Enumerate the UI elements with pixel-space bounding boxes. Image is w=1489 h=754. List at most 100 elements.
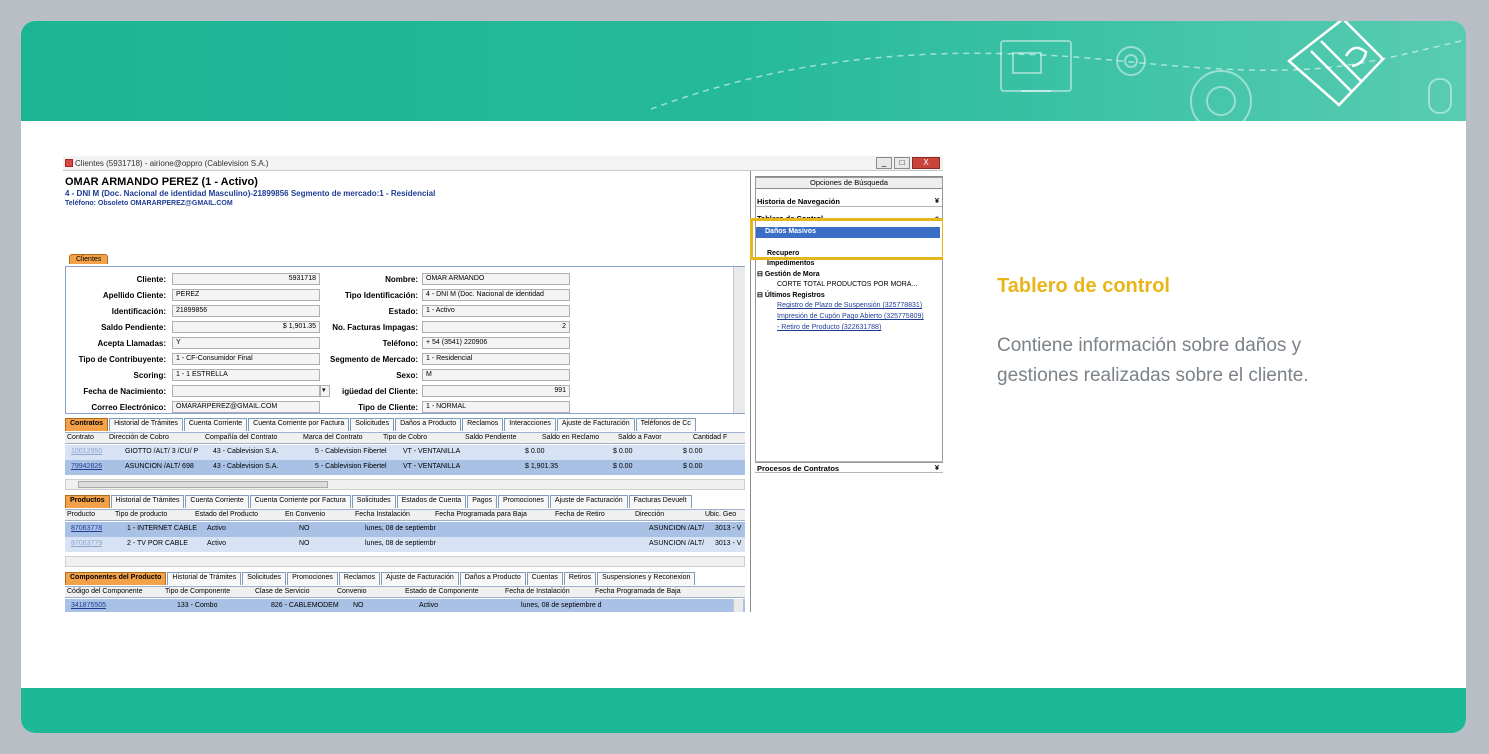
- form-value[interactable]: 1 - Activo: [422, 305, 570, 317]
- column-header[interactable]: Ubic. Geo: [705, 511, 736, 518]
- form-value[interactable]: 1 - NORMAL: [422, 401, 570, 413]
- column-header[interactable]: En Convenio: [285, 511, 325, 518]
- column-header[interactable]: Fecha de Retiro: [555, 511, 605, 518]
- column-header[interactable]: Fecha Programada de Baja: [595, 588, 681, 595]
- email-link[interactable]: OMARARPEREZ@GMAIL.COM: [130, 200, 233, 207]
- tab-contratos-8[interactable]: Ajuste de Facturación: [556, 418, 635, 431]
- tab-contratos-5[interactable]: Daños a Producto: [395, 418, 462, 431]
- tab-productos-0[interactable]: Productos: [65, 495, 110, 508]
- form-value[interactable]: 21899856: [172, 305, 320, 317]
- tab-componentes-2[interactable]: Solicitudes: [242, 572, 287, 585]
- ultimos-registros-item[interactable]: ⊟ Últimos Registros: [757, 291, 825, 299]
- column-header[interactable]: Estado del Producto: [195, 511, 258, 518]
- tab-contratos-9[interactable]: Teléfonos de Cc: [635, 418, 696, 431]
- retiro-link[interactable]: - Retiro de Producto (322631788): [777, 324, 881, 331]
- tab-contratos-1[interactable]: Historial de Trámites: [109, 418, 183, 431]
- tab-contratos-6[interactable]: Reclamos: [462, 418, 504, 431]
- column-header[interactable]: Fecha Instalación: [355, 511, 410, 518]
- column-header[interactable]: Dirección: [635, 511, 664, 518]
- maximize-button[interactable]: □: [894, 157, 910, 169]
- column-header[interactable]: Saldo en Reclamo: [542, 434, 599, 441]
- tab-componentes-4[interactable]: Reclamos: [338, 572, 381, 585]
- column-header[interactable]: Cantidad F: [693, 434, 727, 441]
- column-header[interactable]: Clase de Servicio: [255, 588, 309, 595]
- tab-productos-3[interactable]: Cuenta Corriente por Factura: [249, 495, 351, 508]
- form-value[interactable]: Y: [172, 337, 320, 349]
- tab-productos-8[interactable]: Ajuste de Facturación: [549, 495, 628, 508]
- tab-contratos-4[interactable]: Solicitudes: [350, 418, 395, 431]
- tab-componentes-3[interactable]: Promociones: [287, 572, 338, 585]
- column-header[interactable]: Saldo Pendiente: [465, 434, 516, 441]
- form-value[interactable]: M: [422, 369, 570, 381]
- table-cell[interactable]: 87063779: [71, 540, 102, 547]
- productos-hscroll[interactable]: [65, 556, 745, 567]
- minimize-button[interactable]: _: [876, 157, 892, 169]
- contratos-hscroll[interactable]: [65, 479, 745, 490]
- tab-clientes[interactable]: Clientes: [69, 254, 109, 264]
- form-value[interactable]: $ 1,901.35: [172, 321, 320, 333]
- column-header[interactable]: Producto: [67, 511, 95, 518]
- column-header[interactable]: Tipo de Componente: [165, 588, 230, 595]
- tab-contratos-2[interactable]: Cuenta Corriente: [183, 418, 248, 431]
- table-cell[interactable]: 341875505: [71, 602, 106, 609]
- registro-link[interactable]: Registro de Plazo de Suspensión (3257788…: [777, 302, 922, 309]
- form-value[interactable]: 4 - DNI M (Doc. Nacional de identidad: [422, 289, 570, 301]
- table-cell[interactable]: 10012950: [71, 448, 102, 455]
- column-header[interactable]: Tipo de producto: [115, 511, 167, 518]
- close-button[interactable]: X: [912, 157, 940, 169]
- form-value[interactable]: 991: [422, 385, 570, 397]
- table-cell[interactable]: 79942826: [71, 463, 102, 470]
- form-value[interactable]: PEREZ: [172, 289, 320, 301]
- tab-componentes-7[interactable]: Cuentas: [526, 572, 563, 585]
- historia-navegacion-header[interactable]: Historia de Navegación ¥: [755, 195, 943, 207]
- form-value[interactable]: 5931718: [172, 273, 320, 285]
- column-header[interactable]: Saldo a Favor: [618, 434, 662, 441]
- column-header[interactable]: Código del Componente: [67, 588, 143, 595]
- table-row[interactable]: 10012950 GIOTTO /ALT/ 3 /CU/ P 43 - Cablev…: [65, 445, 745, 460]
- tab-productos-9[interactable]: Facturas Devuelt: [628, 495, 692, 508]
- tab-productos-6[interactable]: Pagos: [467, 495, 498, 508]
- form-value[interactable]: 1 - CF-Consumidor Final: [172, 353, 320, 365]
- form-vscroll[interactable]: [733, 267, 745, 413]
- search-options-button[interactable]: Opciones de Búsqueda: [755, 176, 943, 189]
- tab-productos-4[interactable]: Solicitudes: [351, 495, 396, 508]
- column-header[interactable]: Fecha Programada para Baja: [435, 511, 527, 518]
- gestion-mora-item[interactable]: ⊟ Gestión de Mora: [757, 270, 820, 278]
- procesos-contratos-header[interactable]: Procesos de Contratos ¥: [755, 461, 943, 473]
- tab-componentes-5[interactable]: Ajuste de Facturación: [381, 572, 459, 585]
- table-row[interactable]: 341875505 133 - Combo 826 - CABLEMODEM NO Ac…: [65, 599, 745, 612]
- tab-componentes-6[interactable]: Daños a Producto: [459, 572, 526, 585]
- form-value[interactable]: 1 - Residencial: [422, 353, 570, 365]
- form-value[interactable]: [172, 385, 320, 397]
- table-row[interactable]: 87063779 2 - TV POR CABLE Activo NO lunes, 0…: [65, 537, 745, 552]
- impedimentos-item[interactable]: Impedimentos: [767, 260, 814, 267]
- column-header[interactable]: Estado de Componente: [405, 588, 479, 595]
- table-cell[interactable]: 87063778: [71, 525, 102, 532]
- tab-productos-1[interactable]: Historial de Trámites: [110, 495, 185, 508]
- table-row[interactable]: 79942826 ASUNCION /ALT/ 698 43 - Cablevisi…: [65, 460, 745, 475]
- form-value[interactable]: 1 - 1 ESTRELLA: [172, 369, 320, 381]
- tab-productos-5[interactable]: Estados de Cuenta: [396, 495, 467, 508]
- column-header[interactable]: Fecha de Instalación: [505, 588, 570, 595]
- column-header[interactable]: Marca del Contrato: [303, 434, 363, 441]
- tab-componentes-9[interactable]: Suspensiones y Reconexion: [597, 572, 696, 585]
- column-header[interactable]: Convenio: [337, 588, 367, 595]
- column-header[interactable]: Compañía del Contrato: [205, 434, 277, 441]
- tab-contratos-3[interactable]: Cuenta Corriente por Factura: [248, 418, 350, 431]
- tab-productos-2[interactable]: Cuenta Corriente: [185, 495, 249, 508]
- tab-componentes-8[interactable]: Retiros: [563, 572, 597, 585]
- form-value[interactable]: OMARARPEREZ@GMAIL.COM: [172, 401, 320, 413]
- tab-productos-7[interactable]: Promociones: [498, 495, 549, 508]
- column-header[interactable]: Dirección de Cobro: [109, 434, 169, 441]
- column-header[interactable]: Tipo de Cobro: [383, 434, 427, 441]
- form-value[interactable]: OMAR ARMANDO: [422, 273, 570, 285]
- form-value[interactable]: 2: [422, 321, 570, 333]
- componentes-vscroll[interactable]: [733, 599, 743, 612]
- impresion-link[interactable]: Impresión de Cupón Pago Abierto (3257758…: [777, 313, 924, 320]
- tab-contratos-7[interactable]: Interacciones: [504, 418, 556, 431]
- column-header[interactable]: Contrato: [67, 434, 94, 441]
- tab-contratos-0[interactable]: Contratos: [65, 418, 109, 431]
- table-row[interactable]: 87063778 1 - INTERNET CABLE Activo NO lunes,…: [65, 522, 745, 537]
- tab-componentes-0[interactable]: Componentes del Producto: [65, 572, 167, 585]
- tab-componentes-1[interactable]: Historial de Trámites: [167, 572, 242, 585]
